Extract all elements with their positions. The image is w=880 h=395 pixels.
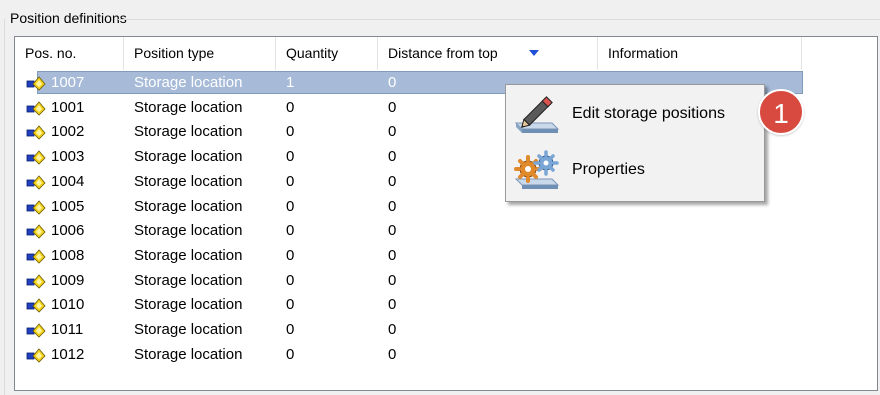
storage-location-icon — [26, 223, 46, 239]
cell-distance-from-top: 0 — [388, 246, 397, 264]
cell-distance-from-top: 0 — [388, 345, 397, 363]
cell-quantity: 0 — [286, 321, 295, 338]
cell-position-type: Storage location — [134, 74, 243, 91]
menu-item-properties[interactable]: Properties — [508, 143, 762, 197]
gears-properties-icon — [514, 150, 560, 189]
cell-pos-no: 1007 — [51, 74, 85, 91]
cell-position-type: Storage location — [134, 98, 243, 116]
storage-location-icon — [26, 174, 46, 190]
list-header: Pos. no. Position type Quantity Distance… — [15, 37, 877, 71]
group-title: Position definitions — [10, 10, 127, 26]
cell-quantity: 0 — [286, 246, 295, 264]
table-row[interactable]: 1009 Storage location 0 0 — [15, 269, 877, 293]
storage-location-icon — [26, 75, 46, 91]
cell-quantity: 0 — [286, 98, 295, 116]
cell-quantity: 0 — [286, 123, 295, 141]
storage-location-icon — [26, 124, 46, 140]
cell-quantity: 0 — [286, 222, 295, 240]
column-header-position-type[interactable]: Position type — [124, 37, 276, 70]
pencil-edit-icon — [514, 96, 560, 133]
cell-distance-from-top: 0 — [388, 148, 397, 166]
cell-pos-no: 1005 — [51, 197, 85, 215]
storage-location-icon — [26, 248, 46, 264]
cell-position-type: Storage location — [134, 321, 243, 338]
table-row[interactable]: 1008 Storage location 0 0 — [15, 244, 877, 268]
cell-position-type: Storage location — [134, 172, 243, 190]
cell-quantity: 1 — [286, 74, 295, 91]
cell-position-type: Storage location — [134, 222, 243, 240]
cell-quantity: 0 — [286, 296, 295, 314]
cell-position-type: Storage location — [134, 345, 243, 363]
table-row[interactable]: 1006 Storage location 0 0 — [15, 219, 877, 243]
cell-pos-no: 1002 — [51, 123, 85, 141]
cell-distance-from-top: 0 — [388, 222, 397, 240]
cell-position-type: Storage location — [134, 271, 243, 289]
cell-pos-no: 1001 — [51, 98, 85, 116]
table-row[interactable]: 1011 Storage location 0 0 — [15, 318, 877, 342]
cell-position-type: Storage location — [134, 148, 243, 166]
cell-quantity: 0 — [286, 197, 295, 215]
storage-location-icon — [26, 199, 46, 215]
group-frame-left — [4, 19, 5, 395]
cell-distance-from-top: 0 — [388, 296, 397, 314]
cell-pos-no: 1008 — [51, 246, 85, 264]
storage-location-icon — [26, 322, 46, 338]
cell-position-type: Storage location — [134, 197, 243, 215]
context-menu: Edit storage positions Properties — [505, 84, 765, 202]
storage-location-icon — [26, 149, 46, 165]
cell-distance-from-top: 0 — [388, 123, 397, 141]
column-header-distance-from-top[interactable]: Distance from top — [378, 37, 598, 70]
cell-quantity: 0 — [286, 271, 295, 289]
sort-descending-icon — [529, 50, 539, 56]
column-header-information[interactable]: Information — [598, 37, 802, 70]
storage-location-icon — [26, 100, 46, 116]
cell-distance-from-top: 0 — [388, 271, 397, 289]
cell-position-type: Storage location — [134, 123, 243, 141]
cell-distance-from-top: 0 — [388, 321, 397, 338]
table-row[interactable]: 1012 Storage location 0 0 — [15, 343, 877, 367]
storage-location-icon — [26, 273, 46, 289]
cell-distance-from-top: 0 — [388, 98, 397, 116]
group-frame-top — [118, 19, 880, 20]
column-header-pos-no[interactable]: Pos. no. — [15, 37, 124, 70]
cell-pos-no: 1004 — [51, 172, 85, 190]
cell-quantity: 0 — [286, 172, 295, 190]
cell-quantity: 0 — [286, 148, 295, 166]
storage-location-icon — [26, 297, 46, 313]
cell-distance-from-top: 0 — [388, 197, 397, 215]
table-row[interactable]: 1010 Storage location 0 0 — [15, 293, 877, 317]
cell-pos-no: 1012 — [51, 345, 85, 363]
cell-pos-no: 1006 — [51, 222, 85, 240]
menu-item-label: Properties — [572, 161, 645, 178]
cell-quantity: 0 — [286, 345, 295, 363]
cell-position-type: Storage location — [134, 296, 243, 314]
column-header-quantity[interactable]: Quantity — [276, 37, 378, 70]
cell-pos-no: 1011 — [51, 321, 84, 338]
cell-pos-no: 1009 — [51, 271, 85, 289]
menu-item-label: Edit storage positions — [572, 105, 725, 122]
cell-pos-no: 1003 — [51, 148, 85, 166]
storage-location-icon — [26, 347, 46, 363]
cell-position-type: Storage location — [134, 246, 243, 264]
cell-distance-from-top: 0 — [388, 172, 397, 190]
menu-item-edit-storage-positions[interactable]: Edit storage positions — [508, 87, 762, 141]
cell-distance-from-top: 0 — [388, 74, 397, 91]
callout-badge: 1 — [758, 89, 804, 135]
cell-pos-no: 1010 — [51, 296, 85, 314]
